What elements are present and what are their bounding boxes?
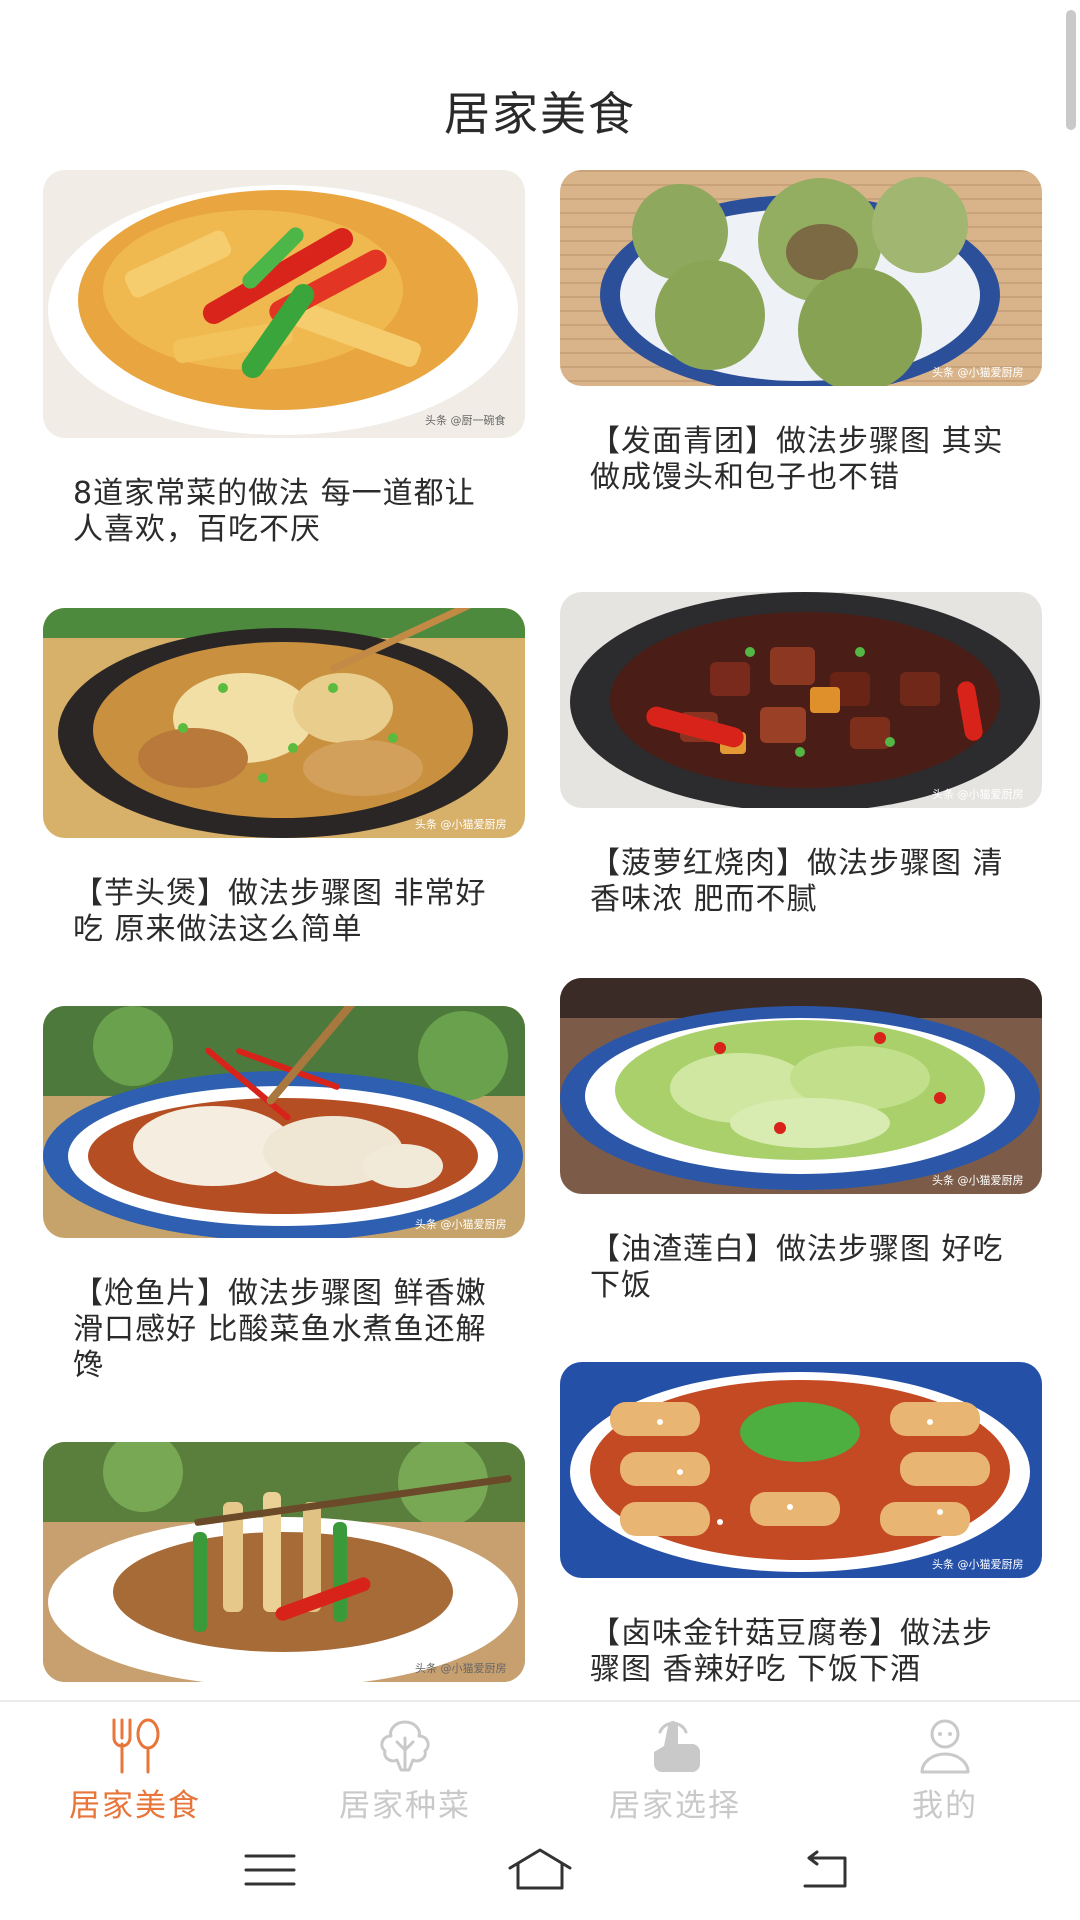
tab-home-food[interactable]: 居家美食: [0, 1702, 270, 1824]
recipe-title[interactable]: 【卤味金针菇豆腐卷】做法步骤图 香辣好吃 下饭下酒: [590, 1616, 1020, 1688]
recipe-title[interactable]: 【炝鱼片】做法步骤图 鲜香嫩滑口感好 比酸菜鱼水煮鱼还解馋: [73, 1276, 503, 1384]
image-watermark: 头条 @厨一碗食: [425, 413, 506, 427]
tab-label: 我的: [912, 1788, 978, 1824]
tab-label: 居家种菜: [339, 1788, 471, 1824]
tab-profile[interactable]: 我的: [810, 1702, 1080, 1824]
fork-spoon-icon: [100, 1716, 170, 1776]
menu-icon[interactable]: [230, 1842, 310, 1898]
system-nav-bar: [0, 1820, 1080, 1920]
recipe-title[interactable]: 【菠萝红烧肉】做法步骤图 清香味浓 肥而不腻: [590, 846, 1020, 918]
recipe-feed[interactable]: 居家美食 头条 @厨一碗食 8道家常菜的做法 每一道都让人喜欢，百吃不厌 头条 …: [0, 0, 1080, 1700]
tab-home-choice[interactable]: 居家选择: [540, 1702, 810, 1824]
recipe-image[interactable]: 头条 @小猫爱厨房: [560, 978, 1042, 1194]
hand-tap-icon: [640, 1716, 710, 1776]
tab-home-garden[interactable]: 居家种菜: [270, 1702, 540, 1824]
recipe-image[interactable]: 头条 @小猫爱厨房: [560, 1362, 1042, 1578]
svg-text:头条 @小猫爱厨房: 头条 @小猫爱厨房: [932, 1557, 1024, 1571]
svg-text:头条 @小猫爱厨房: 头条 @小猫爱厨房: [415, 1661, 507, 1675]
recipe-title[interactable]: 【发面青团】做法步骤图 其实做成馒头和包子也不错: [590, 424, 1020, 496]
recipe-title[interactable]: 8道家常菜的做法 每一道都让人喜欢，百吃不厌: [73, 476, 503, 548]
recipe-title[interactable]: 【油渣莲白】做法步骤图 好吃下饭: [590, 1232, 1020, 1304]
recipe-image[interactable]: 头条 @小猫爱厨房: [43, 1006, 525, 1238]
home-icon[interactable]: [500, 1842, 580, 1898]
user-icon: [910, 1716, 980, 1776]
bottom-tab-bar: 居家美食 居家种菜 居家选择 我的: [0, 1700, 1080, 1824]
svg-text:头条 @小猫爱厨房: 头条 @小猫爱厨房: [415, 1217, 507, 1231]
svg-text:头条 @小猫爱厨房: 头条 @小猫爱厨房: [415, 817, 507, 831]
recipe-image[interactable]: 头条 @厨一碗食: [43, 170, 525, 438]
back-icon[interactable]: [785, 1842, 865, 1898]
cabbage-icon: [370, 1716, 440, 1776]
svg-text:头条 @小猫爱厨房: 头条 @小猫爱厨房: [932, 1173, 1024, 1187]
recipe-image[interactable]: 头条 @小猫爱厨房: [43, 1442, 525, 1682]
tab-label: 居家选择: [609, 1788, 741, 1824]
recipe-image[interactable]: 头条 @小猫爱厨房: [560, 170, 1042, 386]
svg-text:头条 @小猫爱厨房: 头条 @小猫爱厨房: [932, 787, 1024, 801]
page-title: 居家美食: [444, 87, 636, 141]
svg-text:头条 @小猫爱厨房: 头条 @小猫爱厨房: [932, 365, 1024, 379]
tab-label: 居家美食: [69, 1788, 201, 1824]
recipe-image[interactable]: 头条 @小猫爱厨房: [43, 608, 525, 838]
recipe-image[interactable]: 头条 @小猫爱厨房: [560, 592, 1042, 808]
recipe-title[interactable]: 【芋头煲】做法步骤图 非常好吃 原来做法这么简单: [73, 876, 503, 948]
